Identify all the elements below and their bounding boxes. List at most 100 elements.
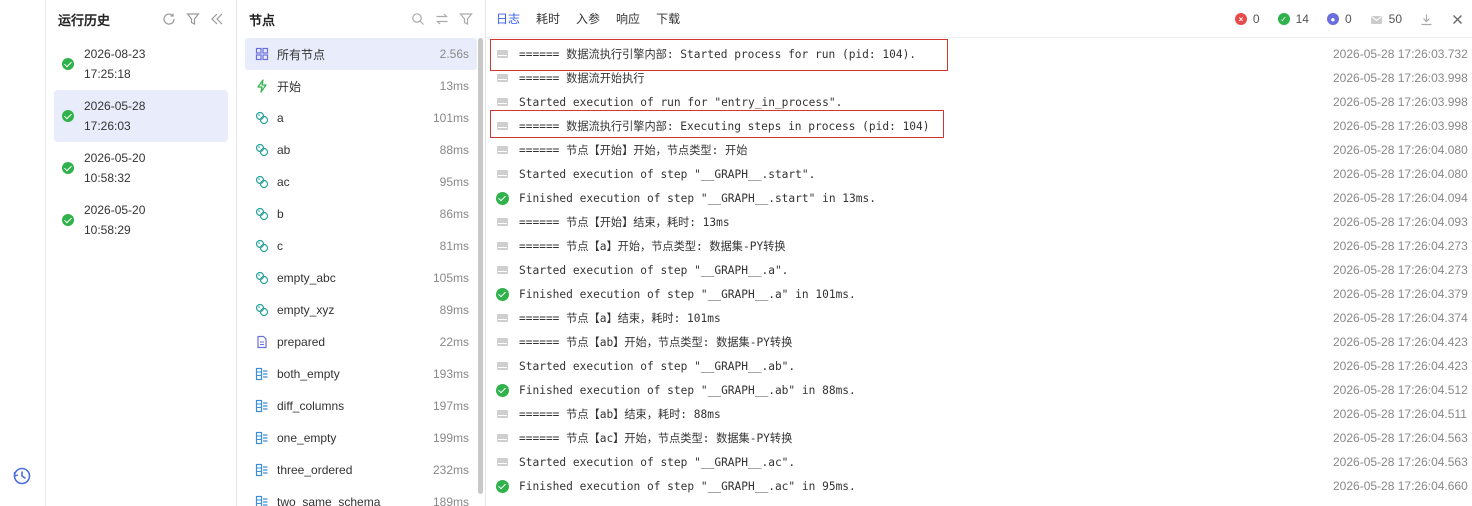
tab-duration[interactable]: 耗时 [536, 0, 560, 38]
log-timestamp: 2026-05-28 17:26:04.273 [1333, 239, 1468, 253]
node-item[interactable]: diff_columns 197ms [245, 390, 477, 422]
log-row: Finished execution of step "__GRAPH__.st… [486, 186, 1472, 210]
node-item[interactable]: empty_abc 105ms [245, 262, 477, 294]
table-join-icon [255, 495, 268, 506]
success-icon [496, 479, 509, 493]
message-icon [496, 456, 509, 469]
close-icon[interactable] [1451, 13, 1464, 26]
node-duration: 22ms [439, 335, 469, 349]
error-count-filter[interactable]: × 0 [1234, 12, 1260, 26]
history-item[interactable]: 2026-05-20 10:58:29 [54, 194, 228, 246]
node-duration: 197ms [432, 399, 469, 413]
log-message: ====== 数据流开始执行 [519, 72, 645, 85]
history-icon[interactable] [12, 466, 32, 486]
node-duration: 105ms [432, 271, 469, 285]
nodes-panel: 节点 所有节点 2.56s 开始 13ms a 101ms ab 88ms ac 95ms b 86m… [237, 0, 486, 506]
history-time: 10:58:29 [84, 223, 131, 237]
tab-response[interactable]: 响应 [616, 0, 640, 38]
nodes-header: 节点 [237, 0, 485, 38]
document-icon [257, 335, 267, 349]
node-duration: 2.56s [439, 47, 469, 61]
log-list: ====== 数据流执行引擎内部: Started process for ru… [486, 39, 1472, 498]
log-row: Started execution of step "__GRAPH__.sta… [486, 162, 1472, 186]
user-icon: ● [1326, 13, 1339, 25]
log-timestamp: 2026-05-28 17:26:03.998 [1333, 71, 1468, 85]
node-item[interactable]: a 101ms [245, 102, 477, 134]
error-icon: × [1234, 13, 1247, 25]
node-item[interactable]: 开始 13ms [245, 70, 477, 102]
log-message: ====== 节点【开始】开始，节点类型: 开始 [519, 144, 748, 157]
table-join-icon [255, 463, 268, 477]
swap-icon[interactable] [435, 12, 449, 26]
message-count-filter[interactable]: 50 [1370, 12, 1402, 26]
node-item[interactable]: both_empty 193ms [245, 358, 477, 390]
python-transform-icon [255, 143, 269, 157]
node-duration: 193ms [432, 367, 469, 381]
log-timestamp: 2026-05-28 17:26:04.563 [1333, 455, 1468, 469]
search-icon[interactable] [411, 12, 425, 26]
log-message: Started execution of step "__GRAPH__.ab"… [519, 359, 796, 373]
success-icon [496, 383, 509, 397]
node-name: three_ordered [277, 463, 353, 477]
lightning-icon [257, 79, 267, 93]
log-timestamp: 2026-05-28 17:26:03.998 [1333, 119, 1468, 133]
history-timestamp: 2026-05-20 10:58:32 [84, 148, 145, 188]
log-message: Started execution of step "__GRAPH__.a". [519, 263, 789, 277]
node-item[interactable]: three_ordered 232ms [245, 454, 477, 486]
table-join-icon [255, 367, 268, 381]
node-item[interactable]: one_empty 199ms [245, 422, 477, 454]
log-row: ====== 节点【a】结束，耗时: 101ms 2026-05-28 17:26… [486, 306, 1472, 330]
node-item[interactable]: ab 88ms [245, 134, 477, 166]
tab-input-params[interactable]: 入参 [576, 0, 600, 38]
message-icon [1370, 15, 1382, 24]
node-item[interactable]: two_same_schema 189ms [245, 486, 477, 506]
message-icon [496, 312, 509, 325]
node-item[interactable]: ac 95ms [245, 166, 477, 198]
tab-log[interactable]: 日志 [496, 0, 520, 38]
message-icon [496, 432, 509, 445]
success-icon [496, 191, 509, 205]
history-item[interactable]: 2026-05-28 17:26:03 [54, 90, 228, 142]
history-item[interactable]: 2026-05-20 10:58:32 [54, 142, 228, 194]
table-join-icon [255, 399, 268, 413]
message-icon [496, 240, 509, 253]
filter-icon[interactable] [186, 12, 200, 26]
node-name: both_empty [277, 367, 340, 381]
python-transform-icon [255, 271, 269, 285]
message-icon [496, 144, 509, 157]
message-icon [496, 96, 509, 109]
collapse-icon[interactable] [210, 12, 224, 26]
python-transform-icon [255, 111, 269, 125]
history-item[interactable]: 2026-08-23 17:25:18 [54, 38, 228, 90]
node-item[interactable]: c 81ms [245, 230, 477, 262]
log-message: Finished execution of step "__GRAPH__.ab… [519, 383, 856, 397]
node-name: empty_abc [277, 271, 336, 285]
node-list-scrollbar[interactable] [478, 38, 483, 494]
log-message: ====== 节点【a】开始，节点类型: 数据集-PY转换 [519, 240, 786, 253]
node-item[interactable]: prepared 22ms [245, 326, 477, 358]
node-item[interactable]: 所有节点 2.56s [245, 38, 477, 70]
log-row: Finished execution of step "__GRAPH__.ab… [486, 378, 1472, 402]
download-icon[interactable] [1420, 13, 1433, 26]
log-message: ====== 节点【a】结束，耗时: 101ms [519, 312, 721, 325]
node-item[interactable]: empty_xyz 89ms [245, 294, 477, 326]
filter-icon[interactable] [459, 12, 473, 26]
tab-download[interactable]: 下载 [656, 0, 680, 38]
log-timestamp: 2026-05-28 17:26:04.374 [1333, 311, 1468, 325]
log-timestamp: 2026-05-28 17:26:04.563 [1333, 431, 1468, 445]
node-item[interactable]: b 86ms [245, 198, 477, 230]
refresh-icon[interactable] [162, 12, 176, 26]
history-date: 2026-05-20 [84, 151, 146, 165]
history-timestamp: 2026-05-28 17:26:03 [84, 96, 145, 136]
success-count-filter[interactable]: ✓ 14 [1277, 12, 1309, 26]
node-name: b [277, 207, 284, 221]
log-timestamp: 2026-05-28 17:26:04.080 [1333, 167, 1468, 181]
message-icon [496, 120, 509, 133]
user-count-filter[interactable]: ● 0 [1326, 12, 1352, 26]
error-count: 0 [1252, 12, 1260, 26]
log-message: ====== 数据流执行引擎内部: Executing steps in pro… [519, 120, 930, 133]
message-icon [496, 408, 509, 421]
log-timestamp: 2026-05-28 17:26:04.423 [1333, 335, 1468, 349]
log-timestamp: 2026-05-28 17:26:04.423 [1333, 359, 1468, 373]
node-name: one_empty [277, 431, 337, 445]
